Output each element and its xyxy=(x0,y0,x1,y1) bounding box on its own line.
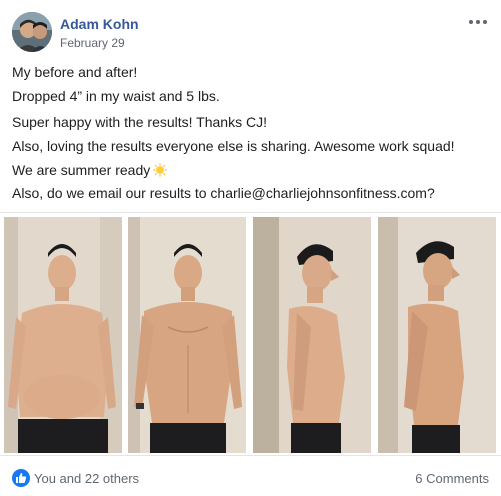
post-header: Adam Kohn February 29 xyxy=(12,12,489,52)
photo-before-front[interactable] xyxy=(4,217,122,453)
like-reaction-icon[interactable] xyxy=(12,469,30,487)
reactions-count[interactable]: You and 22 others xyxy=(34,471,139,486)
post-line: My before and after! xyxy=(12,64,138,80)
post-line: Also, loving the results everyone else i… xyxy=(12,138,455,154)
photo-after-side[interactable] xyxy=(378,217,496,453)
post-line: Super happy with the results! Thanks CJ! xyxy=(12,114,267,130)
more-options-icon[interactable] xyxy=(467,14,489,30)
post-footer: You and 22 others 6 Comments xyxy=(12,464,489,492)
post-line: Also, do we email our results to charlie… xyxy=(12,185,435,201)
sun-emoji-icon xyxy=(153,163,167,177)
author-name[interactable]: Adam Kohn xyxy=(60,16,139,32)
photo-before-side[interactable] xyxy=(253,217,371,453)
comments-count[interactable]: 6 Comments xyxy=(415,471,489,486)
post-line: Dropped 4” in my waist and 5 lbs. xyxy=(12,88,220,104)
post-line-with-emoji: We are summer ready xyxy=(12,158,167,182)
facebook-post: Adam Kohn February 29 My before and afte… xyxy=(0,0,501,496)
post-date[interactable]: February 29 xyxy=(60,36,125,50)
photo-after-front[interactable] xyxy=(128,217,246,453)
photo-grid xyxy=(0,212,501,456)
avatar[interactable] xyxy=(12,12,52,52)
post-line: We are summer ready xyxy=(12,162,151,178)
